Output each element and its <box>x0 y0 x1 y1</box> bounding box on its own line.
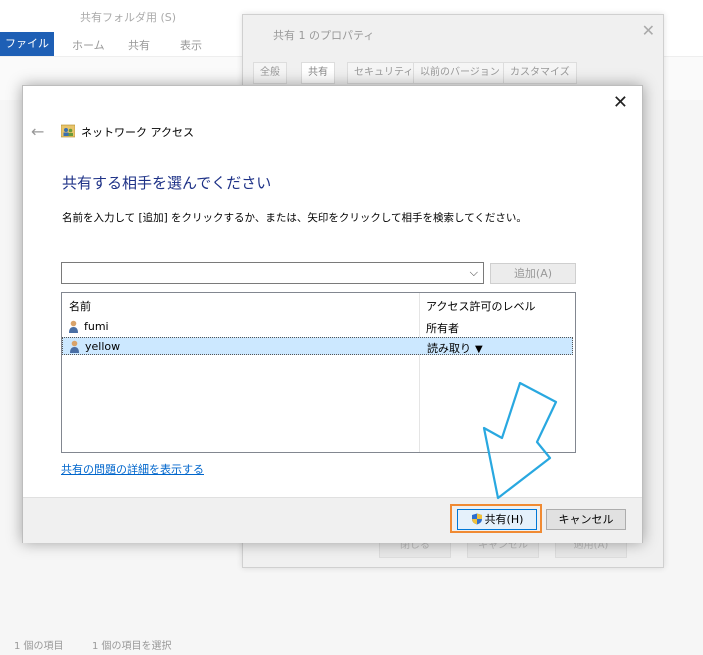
explorer-tab-view[interactable]: 表示 <box>180 37 202 53</box>
page-title: 共有する相手を選んでください <box>62 174 272 192</box>
uac-shield-icon <box>471 513 482 525</box>
cancel-button[interactable]: キャンセル <box>546 509 626 530</box>
props-tab-previous-versions[interactable]: 以前のバージョン <box>413 62 507 84</box>
network-users-icon <box>61 124 75 138</box>
explorer-title: 共有フォルダ用 (S) <box>80 11 177 24</box>
add-button[interactable]: 追加(A) <box>490 263 576 284</box>
share-button-label: 共有(H) <box>484 513 524 526</box>
user-icon <box>70 340 79 353</box>
explorer-tab-share[interactable]: 共有 <box>128 37 150 53</box>
row-permission: 所有者 <box>426 322 459 335</box>
back-arrow-icon[interactable]: ← <box>31 122 44 141</box>
instruction-text: 名前を入力して [追加] をクリックするか、または、矢印をクリックして相手を検索… <box>62 212 527 224</box>
row-user-name: yellow <box>85 340 121 353</box>
row-user-name: fumi <box>84 320 109 333</box>
share-button[interactable]: 共有(H) <box>457 509 537 530</box>
column-header-name[interactable]: 名前 <box>69 298 91 314</box>
properties-title: 共有 1 のプロパティ <box>273 29 375 42</box>
properties-close-icon[interactable]: ✕ <box>642 21 655 40</box>
annotation-arrow-icon <box>482 381 558 500</box>
close-icon[interactable]: ✕ <box>613 92 628 113</box>
props-tab-general[interactable]: 全般 <box>253 62 287 84</box>
sharing-help-link[interactable]: 共有の問題の詳細を表示する <box>61 461 204 477</box>
chevron-down-icon[interactable]: ⌵ <box>470 266 478 280</box>
explorer-tab-home[interactable]: ホーム <box>72 37 105 53</box>
explorer-tab-file[interactable]: ファイル <box>0 32 54 56</box>
column-header-permission[interactable]: アクセス許可のレベル <box>426 298 535 314</box>
column-separator <box>419 293 420 452</box>
user-name-combobox[interactable]: ⌵ <box>61 262 484 284</box>
status-item-count: 1 個の項目 <box>14 641 64 652</box>
dropdown-arrow-icon[interactable]: ▼ <box>475 344 483 355</box>
dialog-nav-title: ネットワーク アクセス <box>81 126 194 139</box>
props-tab-security[interactable]: セキュリティ <box>347 62 421 84</box>
list-header: 名前 アクセス許可のレベル <box>62 293 575 315</box>
explorer-statusbar: 1 個の項目 1 個の項目を選択 <box>0 630 703 655</box>
status-selected-count: 1 個の項目を選択 <box>92 641 172 652</box>
user-icon <box>69 320 78 333</box>
list-row-yellow[interactable]: yellow 読み取り ▼ <box>62 337 573 355</box>
permission-dropdown[interactable]: 読み取り ▼ <box>427 340 483 356</box>
props-tab-sharing[interactable]: 共有 <box>301 62 335 84</box>
list-row-fumi[interactable]: fumi 所有者 <box>62 318 573 336</box>
permission-value: 読み取り <box>427 342 471 355</box>
props-tab-customize[interactable]: カスタマイズ <box>503 62 577 84</box>
